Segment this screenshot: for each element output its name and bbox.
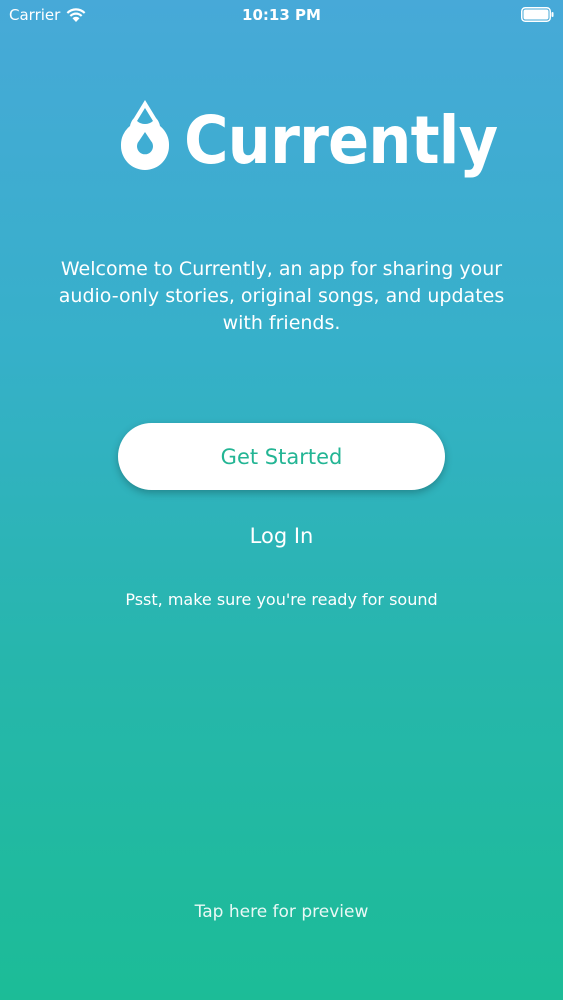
get-started-button[interactable]: Get Started bbox=[118, 423, 445, 490]
welcome-screen: Carrier 10:13 PM Currently Welcome to Cu… bbox=[0, 0, 563, 1000]
preview-link[interactable]: Tap here for preview bbox=[0, 899, 563, 925]
log-in-link[interactable]: Log In bbox=[0, 520, 563, 552]
status-time: 10:13 PM bbox=[242, 6, 321, 24]
app-logo-text: Currently bbox=[184, 102, 498, 179]
welcome-message: Welcome to Currently, an app for sharing… bbox=[58, 258, 505, 334]
sound-hint: Psst, make sure you're ready for sound bbox=[125, 590, 438, 609]
status-bar: Carrier 10:13 PM bbox=[0, 0, 563, 30]
app-logo: Currently bbox=[116, 100, 498, 186]
water-drop-icon bbox=[120, 100, 170, 170]
battery-icon bbox=[521, 7, 554, 22]
